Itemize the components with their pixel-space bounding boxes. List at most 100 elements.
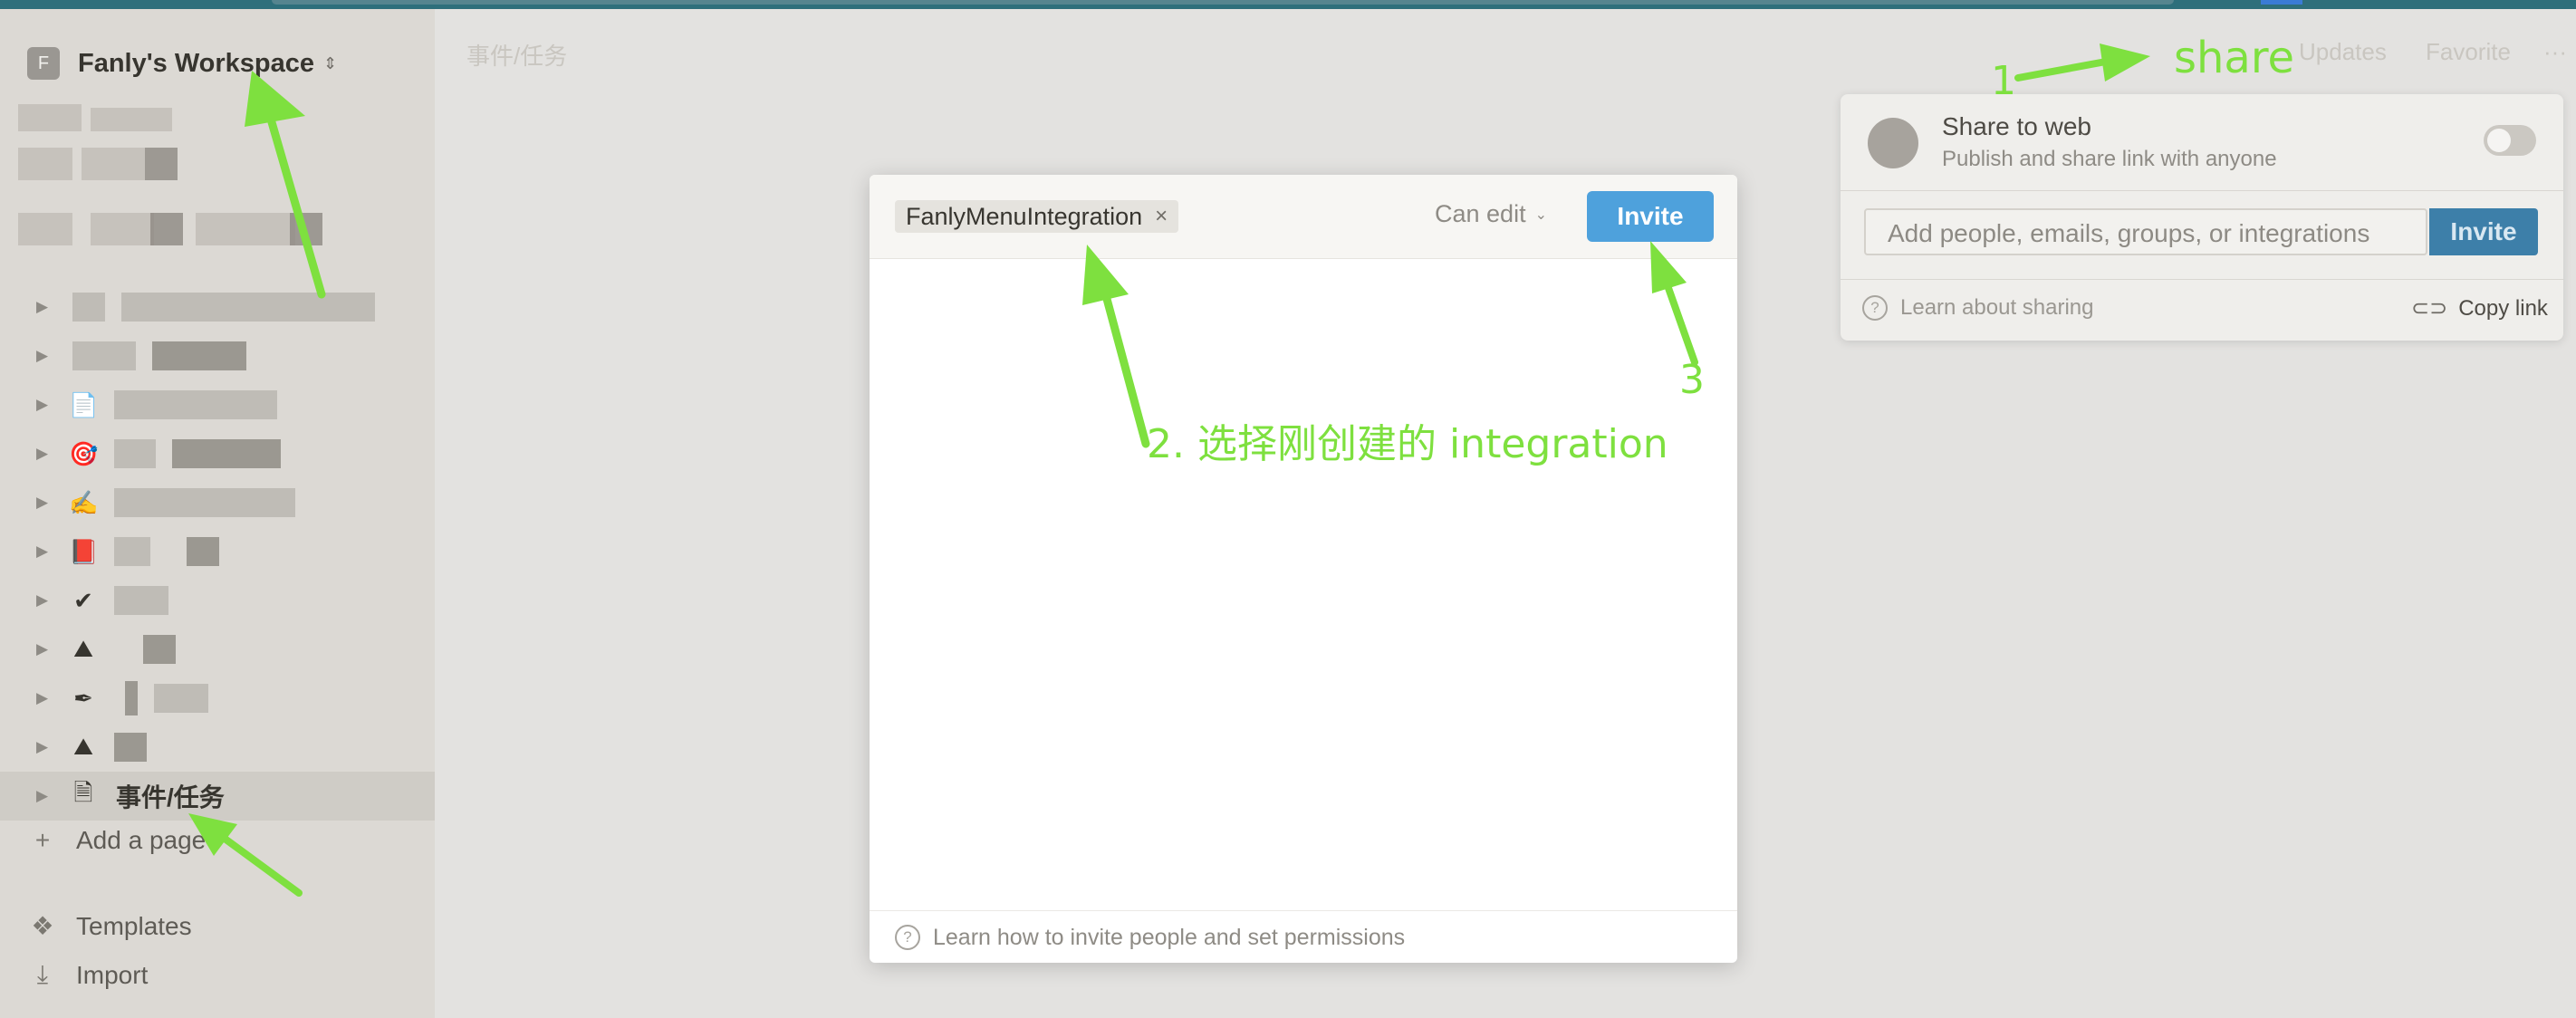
pixelated-label [143,635,176,664]
updates-button[interactable]: Updates [2299,38,2387,66]
writing-hand-icon: ✍ [69,488,99,516]
share-to-web-toggle[interactable] [2484,125,2536,156]
divider [1841,279,2563,280]
add-page-label: Add a page [76,826,207,854]
import-label: Import [76,960,149,989]
import-link[interactable]: ⤓ Import [27,960,149,990]
expand-triangle-icon[interactable]: ▶ [36,543,48,561]
expand-triangle-icon[interactable]: ▶ [36,640,48,658]
pixelated-label [152,341,246,370]
share-to-web-title: Share to web [1942,112,2091,140]
favorite-button[interactable]: Favorite [2426,38,2511,66]
download-icon: ⤓ [36,960,49,988]
help-icon: ? [895,925,920,950]
sidebar-item[interactable]: ▶ ✍ [0,478,435,527]
link-icon: ⊂⊃ [2411,296,2448,321]
expand-triangle-icon[interactable]: ▶ [36,689,48,707]
help-icon: ? [1862,295,1888,321]
workspace-avatar: F [27,47,60,80]
invite-modal-header: FanlyMenuIntegration × Can edit ⌄ Invite [870,175,1737,259]
sidebar-item[interactable]: ▶ 📕 [0,527,435,576]
pixelated-label [114,488,295,517]
learn-about-sharing-label: Learn about sharing [1900,295,2094,320]
check-mark-icon: ✔ [73,586,93,614]
more-button[interactable]: ··· [2543,38,2567,66]
workspace-name: Fanly's Workspace [78,48,315,78]
top-scrollbar[interactable] [272,0,2174,5]
copy-link-label: Copy link [2458,295,2548,321]
breadcrumb[interactable]: 事件/任务 [466,38,567,72]
sidebar-item-active-page[interactable]: ▶ 🗎 事件/任务 [0,772,435,821]
target-icon: 🎯 [69,439,99,467]
pen-icon: ✒ [73,684,93,712]
book-icon: 📕 [69,537,99,565]
step3-number: 3 [1679,357,1705,403]
copy-link-button[interactable]: ⊂⊃ Copy link [2411,295,2548,322]
divider [1841,190,2563,191]
pixelated-label [114,537,150,566]
pixelated-label [114,439,156,468]
pixelated-label [114,390,277,419]
chevron-down-icon: ⌄ [1534,206,1547,223]
sidebar-item[interactable]: ▶ 🎯 [0,429,435,478]
invite-help-link[interactable]: Learn how to invite people and set permi… [933,925,1405,951]
arrow-head [2100,43,2150,82]
plus-icon: + [34,826,51,854]
top-blue-marker [2261,0,2302,5]
templates-label: Templates [76,911,192,940]
globe-icon [1868,118,1918,168]
remove-tag-icon[interactable]: × [1155,204,1168,229]
pixelated-icon [72,293,105,322]
sidebar-item[interactable]: ▶ ⛰ [0,723,435,772]
pixelated-label [121,293,375,322]
invite-button[interactable]: Invite [1587,191,1714,242]
selected-integration-tag[interactable]: FanlyMenuIntegration × [895,200,1179,233]
integration-tag-label: FanlyMenuIntegration [906,202,1143,230]
share-to-web-subtitle: Publish and share link with anyone [1942,147,2277,171]
step1-number: 1 [1991,58,2016,104]
permission-label: Can edit [1435,200,1526,227]
add-page-button[interactable]: + Add a page [27,826,206,855]
sidebar-item-label: 事件/任务 [116,783,225,812]
pixelated-label [172,439,281,468]
pixelated-icon [72,341,136,370]
expand-triangle-icon[interactable]: ▶ [36,738,48,756]
expand-triangle-icon[interactable]: ▶ [36,298,48,316]
pixelated-label [187,537,219,566]
learn-about-sharing-link[interactable]: ? Learn about sharing [1862,295,2094,321]
step1-label: share [2174,33,2295,83]
arrow-to-share [2014,58,2110,82]
step2-label: 2. 选择刚创建的 integration [1147,421,1668,467]
invite-modal: FanlyMenuIntegration × Can edit ⌄ Invite… [870,175,1737,963]
sidebar-item[interactable]: ▶ [0,331,435,380]
pixelated-label [125,681,138,715]
sidebar-item[interactable]: ▶ ✒ [0,674,435,723]
sidebar-item[interactable]: ▶ ⛰ [0,625,435,674]
templates-link[interactable]: ❖ Templates [27,911,192,941]
share-panel: Share to web Publish and share link with… [1841,94,2563,341]
mountain-icon: ⛰ [73,733,93,760]
permission-dropdown[interactable]: Can edit ⌄ [1435,200,1547,228]
mountain-icon: ⛰ [73,635,93,662]
expand-triangle-icon[interactable]: ▶ [36,494,48,512]
sidebar-item[interactable]: ▶ 📄 [0,380,435,429]
share-invite-button[interactable]: Invite [2429,208,2538,255]
expand-triangle-icon[interactable]: ▶ [36,396,48,414]
pixelated-label [114,586,168,615]
expand-triangle-icon[interactable]: ▶ [36,591,48,610]
document-icon: 🗎 [73,779,93,806]
pixelated-sidebar-items [18,95,417,290]
sidebar-item[interactable]: ▶ ✔ [0,576,435,625]
expand-triangle-icon[interactable]: ▶ [36,787,48,805]
templates-icon: ❖ [31,912,54,940]
expand-triangle-icon[interactable]: ▶ [36,347,48,365]
add-people-input[interactable]: Add people, emails, groups, or integrati… [1864,208,2427,255]
expand-triangle-icon[interactable]: ▶ [36,445,48,463]
sidebar-item[interactable]: ▶ [0,283,435,331]
pixelated-label [154,684,208,713]
workspace-switcher[interactable]: F Fanly's Workspace ⇕ [27,36,337,91]
pixelated-label [114,733,147,762]
invite-modal-footer[interactable]: ? Learn how to invite people and set per… [870,910,1737,963]
sidebar: F Fanly's Workspace ⇕ ▶ ▶ ▶ 📄 ▶ 🎯 ▶ ✍ ▶ … [0,9,435,1018]
window-top-bar [0,0,2576,9]
